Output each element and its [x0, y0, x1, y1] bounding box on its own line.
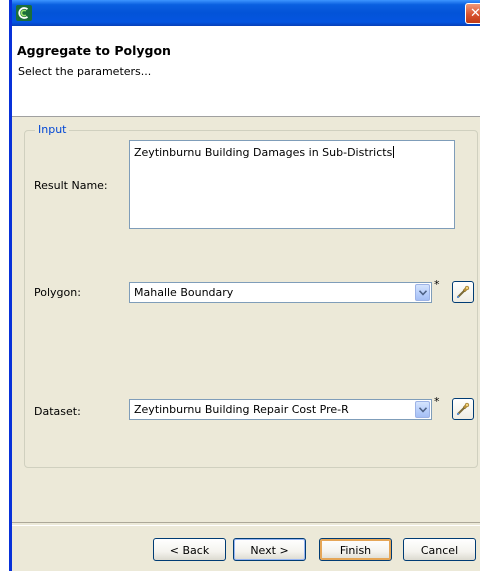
wizard-header: Aggregate to Polygon Select the paramete…	[12, 26, 480, 117]
page-title: Aggregate to Polygon	[17, 43, 171, 58]
polygon-pick-button[interactable]	[452, 281, 474, 303]
app-logo-icon	[16, 5, 32, 21]
input-group-legend: Input	[35, 123, 70, 136]
back-button[interactable]: < Back	[153, 538, 226, 561]
title-bar[interactable]: ✕	[12, 0, 480, 26]
polygon-required-marker: *	[434, 278, 440, 291]
result-name-input[interactable]: Zeytinburnu Building Damages in Sub-Dist…	[129, 140, 455, 229]
finish-button[interactable]: Finish	[319, 538, 392, 561]
close-icon[interactable]: ✕	[465, 3, 480, 24]
dataset-required-marker: *	[434, 395, 440, 408]
input-group: Input Result Name: Zeytinburnu Building …	[24, 123, 478, 468]
dataset-pick-button[interactable]	[452, 398, 474, 420]
wizard-window: ✕ Aggregate to Polygon Select the parame…	[9, 0, 480, 571]
result-name-value: Zeytinburnu Building Damages in Sub-Dist…	[134, 146, 393, 159]
dataset-select[interactable]: Zeytinburnu Building Repair Cost Pre-R	[129, 399, 432, 420]
footer-divider	[12, 522, 480, 526]
text-caret	[393, 146, 395, 158]
chevron-down-icon[interactable]	[415, 284, 430, 301]
dataset-selected-value: Zeytinburnu Building Repair Cost Pre-R	[134, 403, 349, 416]
dataset-label: Dataset:	[34, 405, 81, 418]
polygon-label: Polygon:	[34, 286, 81, 299]
next-button[interactable]: Next >	[233, 538, 306, 561]
polygon-selected-value: Mahalle Boundary	[134, 286, 234, 299]
dropper-icon	[456, 402, 470, 416]
dropper-icon	[456, 285, 470, 299]
cancel-button[interactable]: Cancel	[403, 538, 476, 561]
result-name-label: Result Name:	[34, 179, 108, 192]
chevron-down-icon[interactable]	[415, 401, 430, 418]
polygon-select[interactable]: Mahalle Boundary	[129, 282, 432, 303]
page-subtitle: Select the parameters...	[18, 65, 152, 78]
